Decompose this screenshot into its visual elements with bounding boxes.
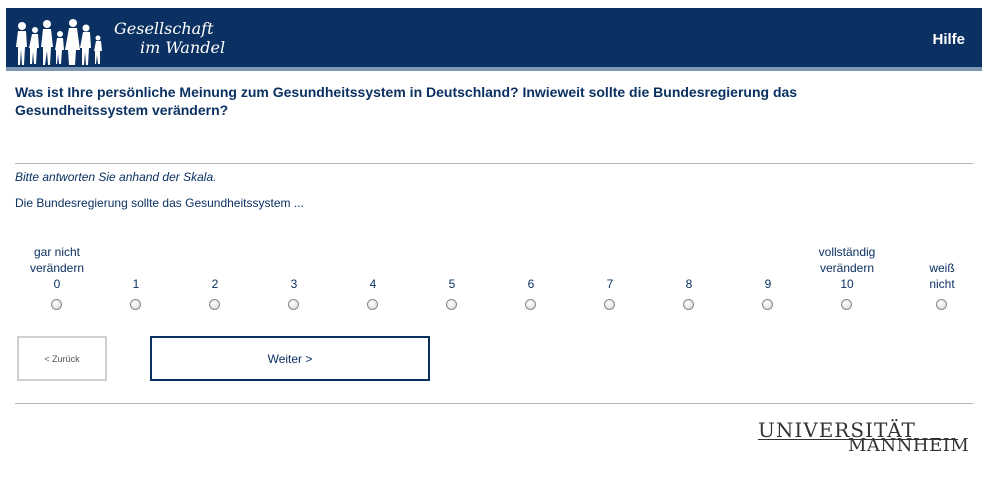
scale-option-label: 5 <box>448 277 456 291</box>
scale-option-7: 7 <box>570 244 650 316</box>
divider-bottom <box>15 403 973 404</box>
scale-radio-3[interactable] <box>288 299 299 310</box>
scale-radio-2[interactable] <box>209 299 220 310</box>
university-logo-line-2: MANNHEIM <box>848 435 970 456</box>
scale-option-label: gar nicht verändern 0 <box>29 245 85 291</box>
scale-option-5: 5 <box>412 244 492 316</box>
scale-option-label: 1 <box>132 277 140 291</box>
scale-option-4: 4 <box>333 244 413 316</box>
scale-radio-7[interactable] <box>604 299 615 310</box>
scale-option-label: vollständig verändern 10 <box>818 245 876 291</box>
scale-option-label: 6 <box>527 277 535 291</box>
scale-option-11: weiß nicht <box>902 244 982 316</box>
scale-option-label: 2 <box>211 277 219 291</box>
scale-option-1: 1 <box>96 244 176 316</box>
scale-radio-10[interactable] <box>841 299 852 310</box>
divider-top <box>15 163 973 164</box>
logo-line-1: Gesellschaft <box>114 19 214 38</box>
scale-option-label: 7 <box>606 277 614 291</box>
help-link[interactable]: Hilfe <box>932 31 965 48</box>
scale-radio-8[interactable] <box>683 299 694 310</box>
scale-option-10: vollständig verändern 10 <box>807 244 887 316</box>
back-button[interactable]: < Zurück <box>17 336 107 381</box>
scale-option-label: weiß nicht <box>929 261 955 291</box>
scale-option-0: gar nicht verändern 0 <box>17 244 97 316</box>
scale-option-label: 9 <box>764 277 772 291</box>
scale-radio-5[interactable] <box>446 299 457 310</box>
scale-option-9: 9 <box>728 244 808 316</box>
scale-radio-0[interactable] <box>51 299 62 310</box>
scale-radio-1[interactable] <box>130 299 141 310</box>
scale-option-6: 6 <box>491 244 571 316</box>
scale-radio-6[interactable] <box>525 299 536 310</box>
next-button[interactable]: Weiter > <box>150 336 430 381</box>
question-stem: Die Bundesregierung sollte das Gesundhei… <box>15 196 304 210</box>
instruction-text: Bitte antworten Sie anhand der Skala. <box>15 170 217 184</box>
scale-option-8: 8 <box>649 244 729 316</box>
scale-option-2: 2 <box>175 244 255 316</box>
university-logo: UNIVERSITÄT MANNHEIM <box>758 418 969 458</box>
header-banner: Gesellschaft im Wandel Hilfe <box>6 8 982 71</box>
scale-option-label: 4 <box>369 277 377 291</box>
people-silhouettes-logo <box>16 19 102 65</box>
scale-radio-11[interactable] <box>936 299 947 310</box>
scale-radio-9[interactable] <box>762 299 773 310</box>
app-logo-title: Gesellschaft im Wandel <box>114 19 225 57</box>
question-text: Was ist Ihre persönliche Meinung zum Ges… <box>15 84 798 118</box>
scale-option-label: 8 <box>685 277 693 291</box>
scale-option-3: 3 <box>254 244 334 316</box>
scale-radio-4[interactable] <box>367 299 378 310</box>
scale-option-label: 3 <box>290 277 298 291</box>
logo-line-2: im Wandel <box>140 38 226 57</box>
header-underline <box>6 67 982 71</box>
